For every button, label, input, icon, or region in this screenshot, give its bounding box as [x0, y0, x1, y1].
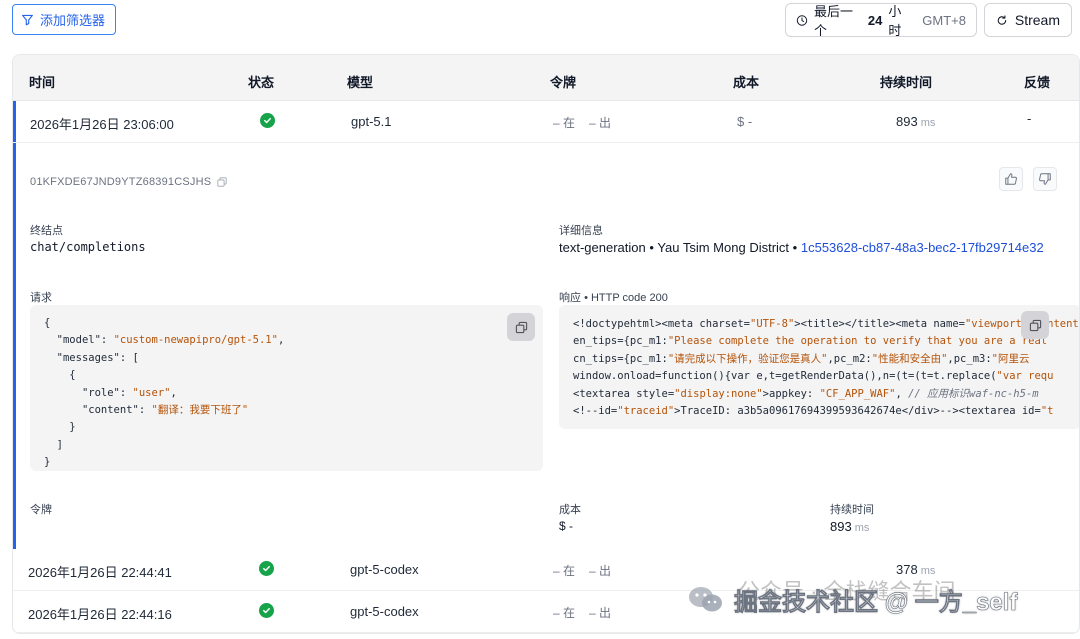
copy-icon [1029, 319, 1041, 331]
response-label: 响应 • HTTP code 200 [559, 289, 668, 305]
details-separator: • [792, 240, 798, 255]
row-feedback: - [1027, 111, 1032, 126]
endpoint-value: chat/completions [30, 240, 146, 254]
time-range-prefix: 最后一个 [813, 4, 853, 38]
table-header: 时间 状态 模型 令牌 成本 持续时间 反馈 [13, 55, 1079, 101]
trace-link[interactable]: 1c553628-cb87-48a3-bec2-17fb29714e32 [801, 240, 1044, 255]
duration-unit: ms [854, 522, 870, 534]
details-label: 详细信息 [559, 225, 603, 237]
add-filter-button[interactable]: 添加筛选器 [12, 4, 117, 35]
row-tokens-in: – 在 [553, 564, 576, 578]
response-body[interactable]: <!doctypehtml><meta charset="UTF-8"><tit… [559, 305, 1079, 429]
thumbs-down-button[interactable] [1033, 167, 1057, 191]
thumbs-down-icon [1039, 173, 1051, 185]
time-range-suffix: 小时 [888, 4, 902, 38]
thumbs-up-button[interactable] [999, 167, 1023, 191]
response-code: • HTTP code 200 [584, 292, 668, 304]
row-time: 2026年1月26日 23:06:00 [30, 117, 174, 132]
row-tokens-out: – 出 [589, 564, 612, 578]
copy-response-button[interactable] [1021, 311, 1049, 339]
details-value: text-generation • Yau Tsim Mong District… [559, 240, 1044, 255]
row-tokens-in: – 在 [553, 606, 576, 620]
duration-value: 893 [830, 519, 852, 534]
row-duration: 893 [896, 114, 918, 129]
row-time: 2026年1月26日 22:44:41 [28, 565, 172, 580]
request-label: 请求 [30, 292, 52, 304]
details-region: Yau Tsim Mong District [657, 240, 790, 255]
details-type: text-generation [559, 240, 646, 255]
header-model[interactable]: 模型 [347, 72, 373, 91]
copy-icon [515, 321, 527, 333]
row-model: gpt-5-codex [350, 562, 419, 577]
token-label: 令牌 [30, 504, 52, 516]
header-status[interactable]: 状态 [248, 72, 274, 91]
watermark: 掘金技术社区 @ 一方_self [686, 582, 1018, 617]
copy-icon[interactable] [217, 177, 227, 187]
row-tokens-out: – 出 [589, 116, 612, 130]
cost-label: 成本 [559, 504, 581, 516]
duration-label: 持续时间 [830, 504, 874, 516]
row-model: gpt-5.1 [351, 114, 392, 129]
time-range-button[interactable]: 最后一个 24 小时 GMT+8 [785, 3, 977, 38]
success-icon [259, 603, 274, 618]
row-model: gpt-5-codex [350, 604, 419, 619]
response-label-text: 响应 [559, 292, 581, 304]
request-id-value: 01KFXDE67JND9YTZ68391CSJHS [30, 176, 212, 188]
thumbs-up-icon [1005, 173, 1017, 185]
refresh-icon [997, 14, 1007, 25]
stream-label: Stream [1014, 12, 1060, 28]
success-icon [260, 113, 275, 128]
request-body[interactable]: { "model": "custom-newapipro/gpt-5.1", "… [30, 305, 543, 471]
endpoint-label: 终结点 [30, 225, 63, 237]
copy-request-button[interactable] [507, 313, 535, 341]
header-tokens[interactable]: 令牌 [550, 72, 576, 91]
stream-button[interactable]: Stream [984, 3, 1072, 37]
timezone-label: GMT+8 [922, 12, 966, 28]
details-separator: • [649, 240, 654, 255]
table-row[interactable]: 2026年1月26日 23:06:00 gpt-5.1 – 在 – 出 $ - … [13, 101, 1079, 143]
row-time: 2026年1月26日 22:44:16 [28, 607, 172, 622]
watermark-text: 掘金技术社区 @ 一方_self [734, 589, 1018, 617]
wechat-icon [689, 586, 722, 611]
request-id: 01KFXDE67JND9YTZ68391CSJHS [30, 176, 227, 188]
row-duration-unit: ms [920, 117, 936, 129]
header-time[interactable]: 时间 [29, 72, 55, 91]
logs-table: 时间 状态 模型 令牌 成本 持续时间 反馈 2026年1月26日 23:06:… [12, 54, 1080, 634]
header-cost[interactable]: 成本 [733, 72, 759, 91]
header-duration[interactable]: 持续时间 [880, 72, 932, 91]
time-range-value: 24 [867, 12, 883, 28]
row-tokens-in: – 在 [553, 116, 576, 130]
header-feedback[interactable]: 反馈 [1024, 72, 1050, 91]
filter-icon [22, 14, 33, 26]
log-detail-panel: 01KFXDE67JND9YTZ68391CSJHS 终结点 chat/comp… [13, 143, 1079, 549]
add-filter-label: 添加筛选器 [40, 13, 106, 28]
success-icon [259, 561, 274, 576]
row-cost: $ - [737, 114, 753, 129]
row-tokens-out: – 出 [589, 606, 612, 620]
cost-value: $ - [559, 519, 574, 533]
clock-icon [796, 14, 808, 26]
